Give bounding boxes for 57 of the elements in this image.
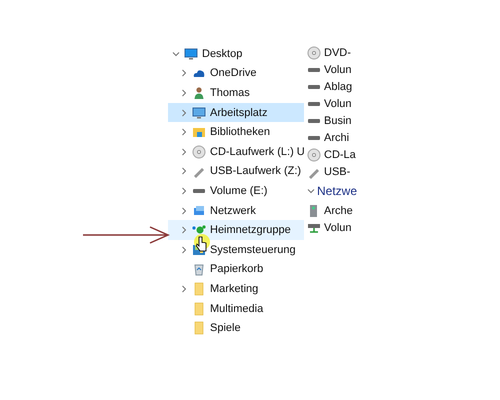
content-item[interactable]: Archi [307,129,367,146]
chevron-right-icon[interactable] [180,167,188,176]
content-item[interactable]: Busin [307,112,367,129]
folder-icon [192,125,206,140]
chevron-right-icon[interactable] [180,246,188,254]
tree-item[interactable]: OneDrive [168,64,304,84]
folder-icon [192,302,206,316]
chevron-right-icon[interactable] [180,206,188,215]
tree-item[interactable]: CD-Laufwerk (L:) U [168,142,304,162]
chevron-right-icon[interactable] [180,108,188,117]
drive-icon [307,66,321,72]
content-item[interactable]: DVD- [307,44,367,61]
drive-icon [307,100,321,106]
content-item[interactable]: CD-La [307,146,367,163]
tree-item[interactable]: Heimnetzgruppe [168,220,304,240]
tree-item[interactable]: Bibliotheken [168,122,304,142]
disc-icon [307,46,321,60]
tree-item[interactable]: Spiele [168,318,304,338]
monitor-icon [184,46,198,61]
content-item[interactable]: Volun [307,61,367,78]
chevron-down-icon[interactable] [307,187,315,195]
tree-item[interactable]: Thomas [168,83,304,103]
chevron-right-icon[interactable] [180,128,188,136]
tree-item[interactable]: Netzwerk [168,200,304,220]
tree-item[interactable]: Papierkorb [168,260,304,280]
network-icon [192,204,206,218]
chevron-right-icon[interactable] [180,88,188,97]
user-icon [192,86,206,100]
chevron-right-icon[interactable] [180,186,188,195]
drive-icon [307,84,321,90]
tree-item[interactable]: Multimedia [168,298,304,318]
tree-item[interactable]: Marketing [168,279,304,299]
tree-item[interactable]: Desktop [168,44,304,64]
group-header[interactable]: Netzwe [307,180,367,202]
folder-icon [192,321,206,336]
content-item[interactable]: Arche [307,202,367,219]
chevron-right-icon[interactable] [180,148,188,156]
monitor-icon [192,106,206,120]
drive-icon [192,188,206,194]
disc-icon [307,148,321,162]
disc-icon [192,144,206,159]
content-item[interactable]: Ablag [307,78,367,95]
folder-icon [192,282,206,296]
hand-cursor-icon [194,234,210,252]
content-item[interactable]: Volun [307,95,367,112]
drive-icon [307,118,321,124]
chevron-down-icon[interactable] [172,50,180,58]
chevron-right-icon[interactable] [180,284,188,293]
chevron-right-icon[interactable] [180,226,188,234]
trash-icon [192,262,206,276]
chevron-right-icon[interactable] [180,69,188,78]
content-item[interactable]: Volun [307,219,367,236]
tree-item[interactable]: Arbeitsplatz [168,102,304,122]
drive-icon [307,134,321,140]
tree-item[interactable]: Volume (E:) [168,181,304,201]
tree-item[interactable]: USB-Laufwerk (Z:) [168,162,304,182]
content-item[interactable]: USB- [307,163,367,180]
